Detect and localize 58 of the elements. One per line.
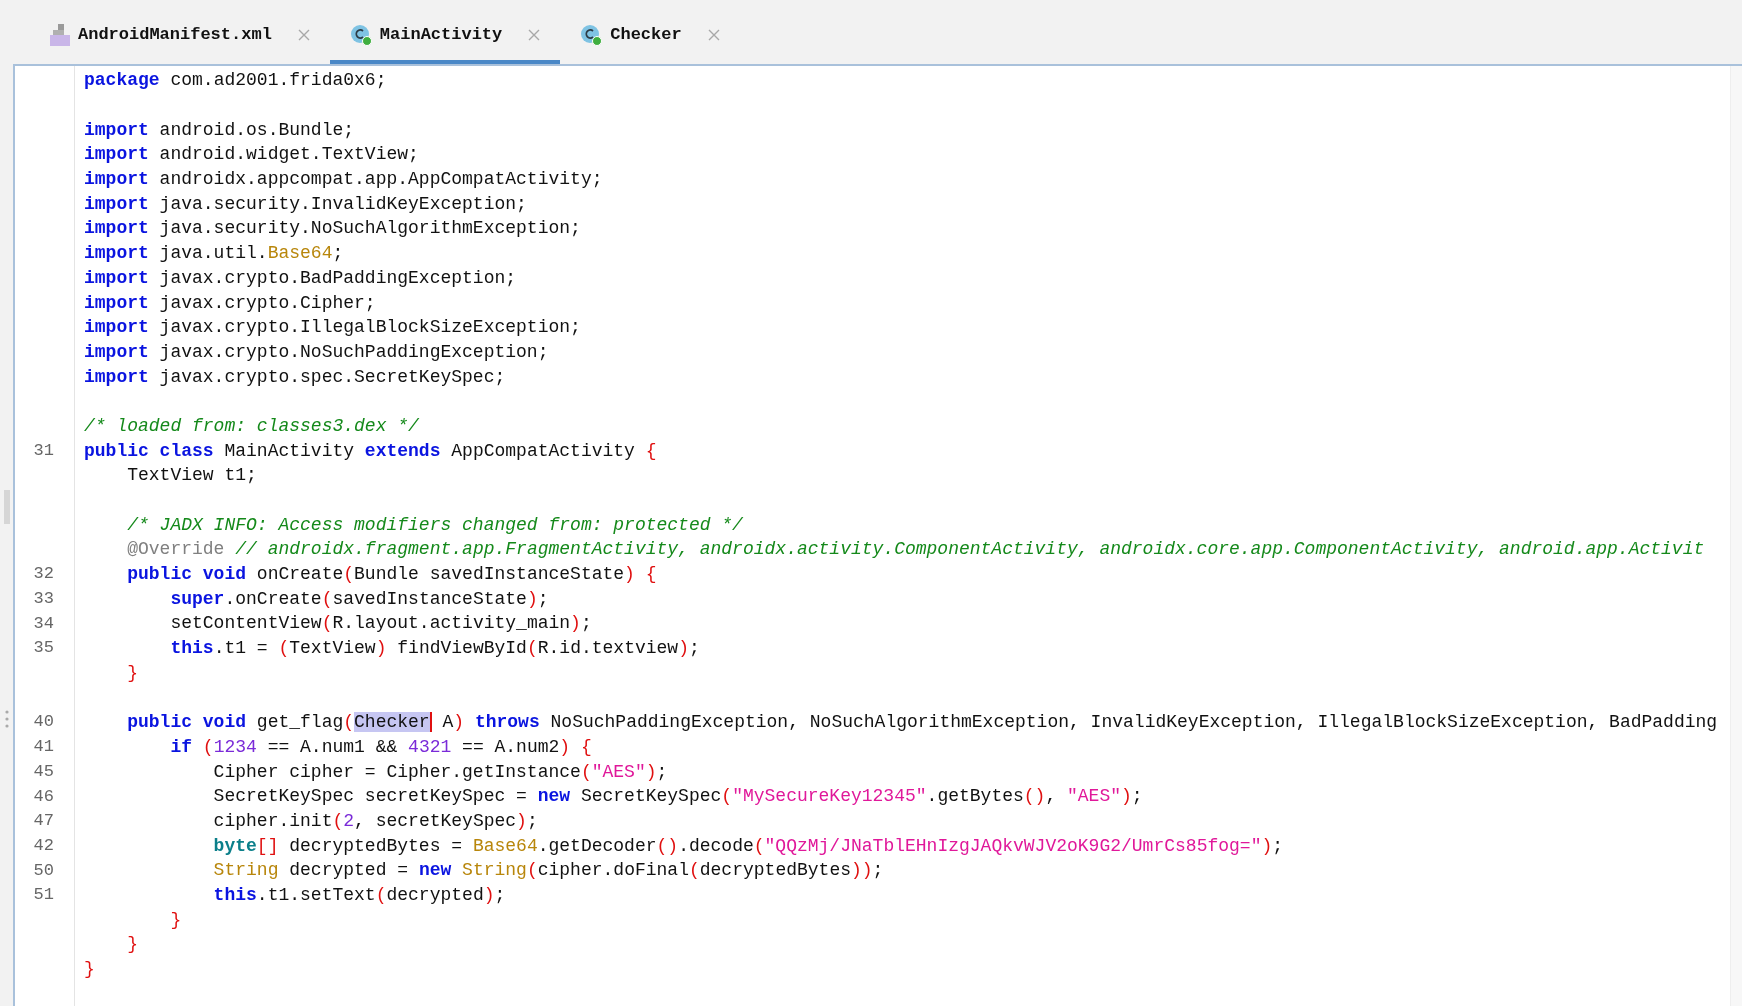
code-line: /* loaded from: classes3.dex */ <box>84 414 419 437</box>
code-line: import java.security.InvalidKeyException; <box>84 192 527 215</box>
code-line: } <box>169 908 182 931</box>
code-line: import javax.crypto.BadPaddingException; <box>84 266 517 289</box>
code-line: byte[] decryptedBytes = Base64.getDecoder().decode("QQzMj/JNaTblEHnIzgJAQkvWJV2oK9G2/UmrCs85fog="); <box>212 834 1284 857</box>
line-number: 41 <box>33 736 54 759</box>
line-number: 40 <box>33 711 54 734</box>
code-line: String decrypted = new String(cipher.doFinal(decryptedBytes)); <box>212 859 884 882</box>
code-line: } <box>126 661 138 684</box>
code-line: public void get_flag(Checker A) throws NoSuchPaddingException, NoSuchAlgorithmException, InvalidKeyException, IllegalBlockSizeException, BadPadding <box>126 711 1718 734</box>
code-line: this.t1 = (TextView) findViewById(R.id.textview); <box>169 637 700 660</box>
line-number: 32 <box>33 563 54 586</box>
line-number: 46 <box>33 785 54 808</box>
code-line: /* JADX INFO: Access modifiers changed from: protected */ <box>126 513 743 536</box>
code-line: setContentView(R.layout.activity_main); <box>169 612 592 635</box>
code-line: @Override // androidx.fragment.app.FragmentActivity, androidx.activity.ComponentActivity, androidx.core.app.ComponentActivity, android.app.Activit <box>126 538 1705 561</box>
code-line: SecretKeySpec secretKeySpec = new SecretKeySpec("MySecureKey12345".getBytes(), "AES"); <box>212 785 1143 808</box>
scroll-marker <box>3 490 10 524</box>
code-line: if (1234 == A.num1 && 4321 == A.num2) { <box>169 735 592 758</box>
manifest-file-icon <box>50 24 70 46</box>
tab-label: MainActivity <box>379 24 503 47</box>
line-number: 35 <box>33 637 54 660</box>
class-icon <box>349 24 372 46</box>
code-line: import android.os.Bundle; <box>84 118 355 141</box>
code-line: } <box>126 933 138 956</box>
code-line: import androidx.appcompat.app.AppCompatActivity; <box>84 168 603 191</box>
code-line: public void onCreate(Bundle savedInstanceState) { <box>126 563 657 586</box>
code-line: import javax.crypto.Cipher; <box>84 291 376 314</box>
code-line: public class MainActivity extends AppCompatActivity { <box>84 439 657 462</box>
code-line: super.onCreate(savedInstanceState); <box>169 587 549 610</box>
code-line: import java.util.Base64; <box>84 242 344 265</box>
line-number: 45 <box>33 760 54 783</box>
code-line: Cipher cipher = Cipher.getInstance("AES"); <box>212 760 668 783</box>
close-icon[interactable] <box>297 29 310 41</box>
line-number: 34 <box>33 612 54 635</box>
line-number: 47 <box>33 810 54 833</box>
tab-label: AndroidManifest.xml <box>78 24 272 47</box>
code-line: this.t1.setText(decrypted); <box>212 884 506 907</box>
scrollbar[interactable] <box>1730 66 1742 1006</box>
code-line: import javax.crypto.IllegalBlockSizeException; <box>84 316 581 339</box>
line-number: 33 <box>33 588 54 611</box>
close-icon[interactable] <box>707 29 720 41</box>
tab-label: Checker <box>610 24 682 47</box>
code-line: cipher.init(2, secretKeySpec); <box>212 809 538 832</box>
close-icon[interactable] <box>528 29 541 41</box>
code-line: import java.security.NoSuchAlgorithmException; <box>84 217 581 240</box>
line-number: 50 <box>33 859 54 882</box>
code-line: } <box>84 958 95 981</box>
line-number: 51 <box>33 884 54 907</box>
code-line: import android.widget.TextView; <box>84 143 419 166</box>
code-line: package com.ad2001.frida0x6; <box>84 69 387 92</box>
class-icon <box>580 24 603 46</box>
line-number: 31 <box>33 439 54 462</box>
code-line: import javax.crypto.NoSuchPaddingException; <box>84 340 549 363</box>
line-number: 42 <box>33 834 54 857</box>
drag-handle-icon <box>4 709 9 729</box>
code-line: TextView t1; <box>126 464 257 487</box>
code-line: import javax.crypto.spec.SecretKeySpec; <box>84 365 506 388</box>
